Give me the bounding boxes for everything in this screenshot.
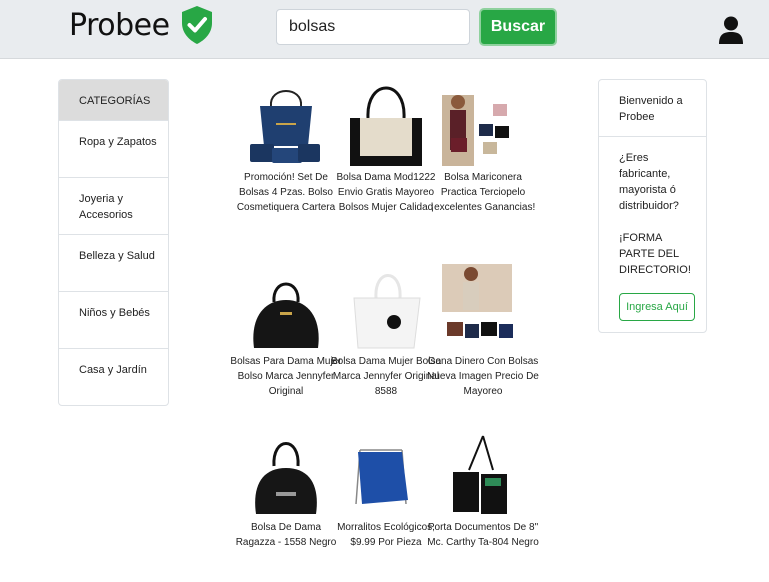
product-title[interactable]: Bolsa De Dama Ragazza - 1558 Negro: [230, 520, 342, 550]
category-belleza-salud[interactable]: Belleza y Salud: [59, 235, 168, 292]
search-input[interactable]: [276, 9, 470, 45]
product-title[interactable]: Bolsa Mariconera Practica Terciopelo ¡ex…: [427, 170, 539, 215]
search-button[interactable]: Buscar: [479, 8, 557, 46]
product-title[interactable]: Gana Dinero Con Bolsas Nueva Imagen Prec…: [427, 354, 539, 399]
product-image[interactable]: [236, 80, 336, 166]
product-image[interactable]: [236, 430, 336, 516]
product-image[interactable]: [236, 264, 336, 350]
top-navbar: Probee Buscar: [0, 0, 769, 59]
product-title[interactable]: Promoción! Set De Bolsas 4 Pzas. Bolso C…: [230, 170, 342, 215]
product-image[interactable]: [433, 264, 533, 350]
welcome-greeting: Bienvenido a Probee: [599, 80, 706, 137]
product-title[interactable]: Porta Documentos De 8" Mc. Carthy Ta-804…: [427, 520, 539, 550]
product-title[interactable]: Bolsas Para Dama Mujer Bolso Marca Jenny…: [230, 354, 342, 399]
brand[interactable]: Probee: [69, 5, 214, 45]
product-title[interactable]: Morralitos Ecológicos, $9.99 Por Pieza: [330, 520, 442, 550]
categories-panel: CATEGORÍAS Ropa y Zapatos Joyeria y Acce…: [58, 79, 169, 406]
welcome-pitch: ¡FORMA PARTE DEL DIRECTORIO!: [619, 232, 691, 276]
category-ropa-zapatos[interactable]: Ropa y Zapatos: [59, 121, 168, 178]
welcome-card: Bienvenido a Probee ¿Eres fabricante, ma…: [598, 79, 707, 333]
category-casa-jardin[interactable]: Casa y Jardín: [59, 349, 168, 405]
category-ninos-bebes[interactable]: Niños y Bebés: [59, 292, 168, 349]
product-image[interactable]: [336, 264, 436, 350]
product-title[interactable]: Bolsa Dama Mod1222 Envio Gratis Mayoreo …: [330, 170, 442, 215]
product-image[interactable]: [336, 80, 436, 166]
user-icon[interactable]: [718, 16, 744, 44]
product-image[interactable]: [433, 430, 533, 516]
welcome-question: ¿Eres fabricante, mayorista ó distribuid…: [619, 152, 679, 212]
welcome-body: ¿Eres fabricante, mayorista ó distribuid…: [599, 137, 706, 278]
product-image[interactable]: [433, 80, 533, 166]
product-title[interactable]: Bolsa Dama Mujer Bolso Marca Jennyfer Or…: [330, 354, 442, 399]
category-joyeria-accesorios[interactable]: Joyeria y Accesorios: [59, 178, 168, 235]
brand-name[interactable]: Probee: [69, 8, 170, 43]
join-button[interactable]: Ingresa Aquí: [619, 293, 695, 321]
shield-check-icon: [181, 6, 212, 44]
categories-header: CATEGORÍAS: [59, 80, 168, 121]
product-image[interactable]: [336, 430, 436, 516]
